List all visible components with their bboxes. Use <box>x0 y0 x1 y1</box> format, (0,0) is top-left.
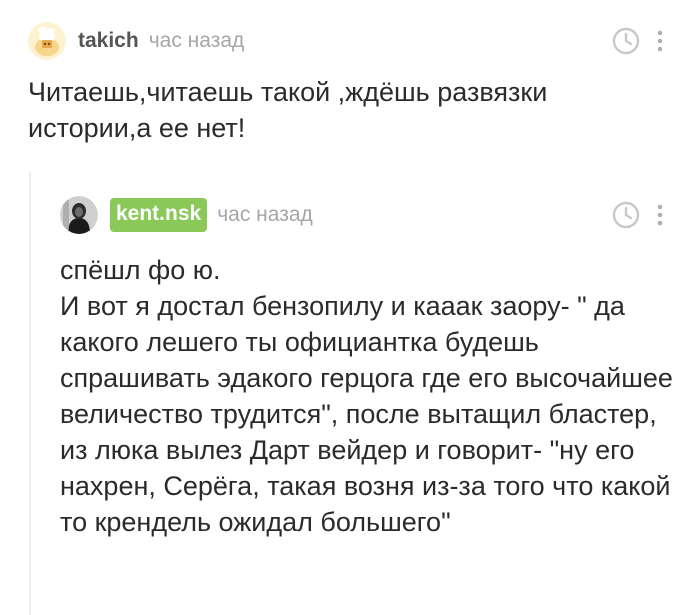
clock-icon[interactable] <box>612 27 640 55</box>
comment-1-text: Читаешь,читаешь такой ,ждёшь развязки ис… <box>28 77 548 143</box>
comment-2-actions <box>612 201 664 229</box>
dark-portrait-avatar-icon[interactable] <box>60 196 98 234</box>
comment-author[interactable]: takich <box>78 29 139 53</box>
comment-1-actions <box>612 27 664 55</box>
comment-2-header: kent.nsk час назад <box>60 196 313 234</box>
more-options-icon[interactable] <box>656 28 664 54</box>
comment-time: час назад <box>217 203 313 226</box>
comment-time: час назад <box>148 29 245 52</box>
thread-line[interactable] <box>29 172 31 615</box>
more-options-icon[interactable] <box>656 202 664 228</box>
comment-2-text: спёшл фо ю. И вот я достал бензопилу и к… <box>60 255 673 537</box>
comment-1-header: takich час назад <box>28 22 244 60</box>
comment-author-badge[interactable]: kent.nsk <box>110 198 208 232</box>
cat-avatar-icon[interactable] <box>28 22 66 60</box>
clock-icon[interactable] <box>612 201 640 229</box>
